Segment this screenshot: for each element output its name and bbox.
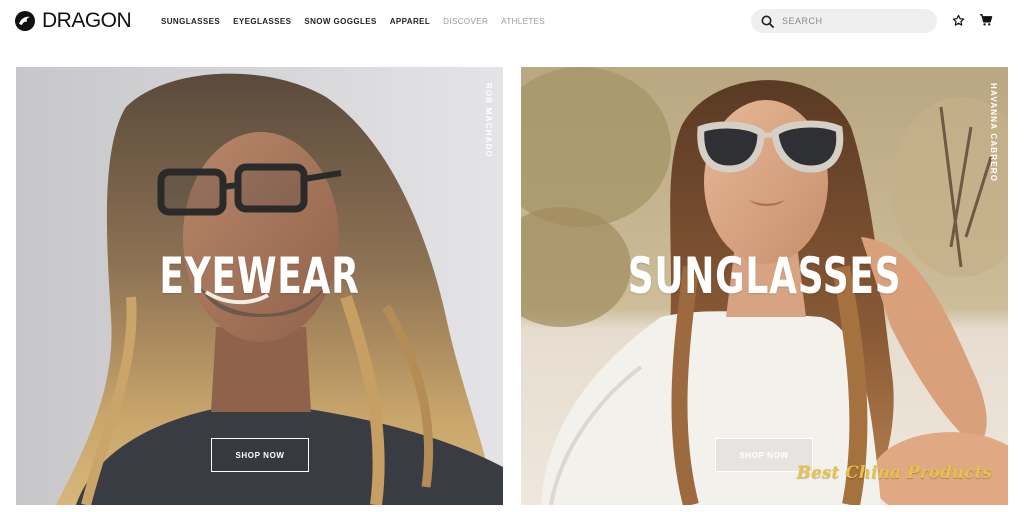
nav-item-discover[interactable]: DISCOVER: [443, 16, 488, 27]
nav-item-sunglasses[interactable]: SUNGLASSES: [161, 16, 220, 27]
logo-text: DRAGON: [42, 9, 132, 32]
search-bar[interactable]: [751, 9, 937, 33]
eyewear-title: EYEWEAR: [159, 247, 360, 305]
sunglasses-hero-panel[interactable]: SUNGLASSES HAVANNA CABRERO SHOP NOW Best…: [521, 67, 1008, 505]
nav-item-snow-goggles[interactable]: SNOW GOGGLES: [304, 16, 376, 27]
nav-item-apparel[interactable]: APPAREL: [390, 16, 430, 27]
eyewear-hero-panel[interactable]: EYEWEAR ROB MACHADO SHOP NOW: [16, 67, 503, 505]
star-icon: [952, 14, 964, 26]
shop-now-eyewear-button[interactable]: SHOP NOW: [211, 438, 309, 472]
cart-icon: [980, 14, 993, 26]
site-header: DRAGON SUNGLASSES EYEGLASSES SNOW GOGGLE…: [0, 0, 1024, 44]
cart-button[interactable]: [978, 12, 994, 28]
watermark-text: Best China Products: [796, 463, 992, 483]
main-nav: SUNGLASSES EYEGLASSES SNOW GOGGLES APPAR…: [161, 16, 545, 27]
dragon-logo[interactable]: DRAGON: [14, 9, 132, 33]
athlete-name-label: ROB MACHADO: [484, 83, 493, 158]
search-input[interactable]: [782, 11, 932, 31]
nav-item-eyeglasses[interactable]: EYEGLASSES: [233, 16, 291, 27]
athlete-name-label: HAVANNA CABRERO: [989, 83, 998, 183]
nav-item-athletes[interactable]: ATHLETES: [501, 16, 545, 27]
wishlist-button[interactable]: [950, 12, 966, 28]
sunglasses-title: SUNGLASSES: [627, 247, 902, 305]
dragon-logo-icon: [15, 11, 35, 31]
search-icon[interactable]: [761, 15, 774, 28]
